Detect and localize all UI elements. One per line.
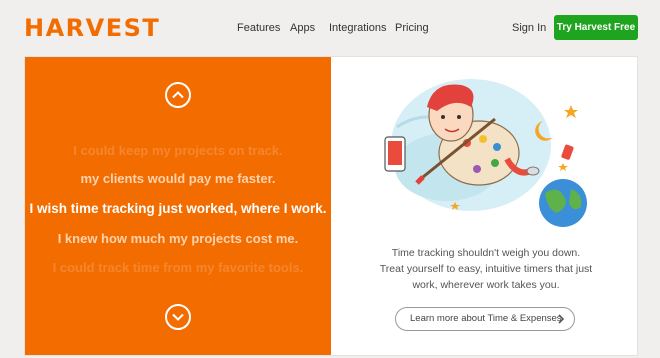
description-line: Treat yourself to easy, intuitive timers… <box>379 263 593 275</box>
chevron-right-icon <box>558 314 565 324</box>
quote-line-active: I wish time tracking just worked, where … <box>29 201 327 216</box>
quote-line: I could track time from my favorite tool… <box>52 260 304 275</box>
sign-in-link[interactable]: Sign In <box>512 22 546 34</box>
quote-line: I could keep my projects on track. <box>73 143 283 158</box>
nav-features[interactable]: Features <box>237 22 280 34</box>
nav-pricing[interactable]: Pricing <box>395 22 429 34</box>
scroll-down-button[interactable] <box>165 304 191 330</box>
quote-line: I knew how much my projects cost me. <box>57 231 299 246</box>
try-free-button[interactable]: Try Harvest Free <box>554 15 638 40</box>
feature-description: Time tracking shouldn't weigh you down. … <box>371 245 601 293</box>
learn-more-button[interactable]: Learn more about Time & Expenses <box>395 307 575 331</box>
feature-panel: Time tracking shouldn't weigh you down. … <box>331 57 637 355</box>
scroll-up-button[interactable] <box>165 82 191 108</box>
description-line: Time tracking shouldn't weigh you down. <box>391 247 581 259</box>
rotating-quotes-panel: I could keep my projects on track. my cl… <box>25 57 331 355</box>
description-line: work, wherever work takes you. <box>412 279 560 291</box>
nav-integrations[interactable]: Integrations <box>329 22 386 34</box>
astronaut-illustration <box>384 79 587 227</box>
top-bar: HARVEST Features Apps Integrations Prici… <box>0 0 660 56</box>
harvest-logo[interactable]: HARVEST <box>24 14 160 42</box>
quote-line: my clients would pay me faster. <box>80 171 276 186</box>
hero-card: I could keep my projects on track. my cl… <box>24 56 638 356</box>
chevron-down-icon <box>172 313 184 321</box>
learn-more-label: Learn more about Time & Expenses <box>410 313 562 324</box>
nav-apps[interactable]: Apps <box>290 22 315 34</box>
chevron-up-icon <box>172 91 184 99</box>
